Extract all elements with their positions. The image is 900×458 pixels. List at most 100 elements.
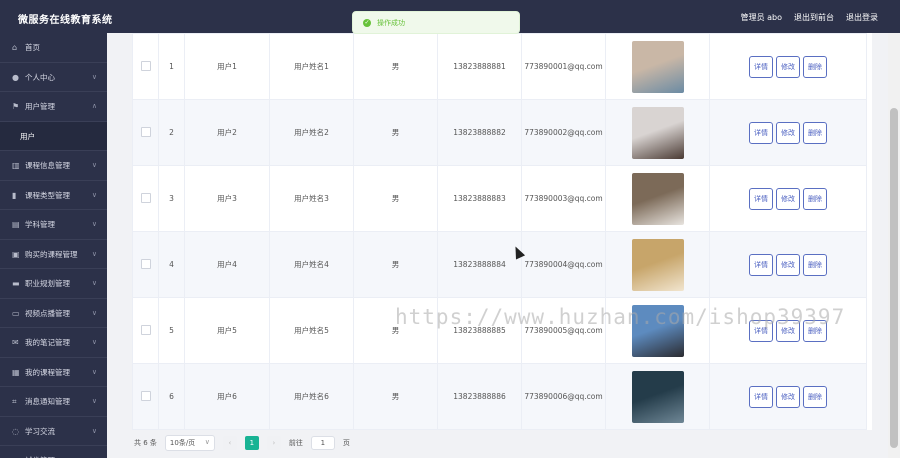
delete-button[interactable]: 删除 xyxy=(803,121,827,144)
sidebar-item-11[interactable]: ▦ 我的课程管理 ∨ xyxy=(0,358,107,387)
pagination: 共 6 条 10条/页 ∨ ‹ 1 › 前往 1 页 xyxy=(134,435,350,451)
page-size-select[interactable]: 10条/页 ∨ xyxy=(164,435,215,451)
sidebar-item-label: 课程信息管理 xyxy=(25,161,70,170)
sidebar-item-label: 视频点播管理 xyxy=(25,308,70,318)
scrollbar-thumb[interactable] xyxy=(890,108,898,448)
sidebar-item-1[interactable]: ● 个人中心 ∨ xyxy=(0,63,107,92)
name-cell: 用户姓名1 xyxy=(269,33,354,100)
avatar-photo xyxy=(631,238,684,291)
chevron-down-icon: ∨ xyxy=(91,161,97,169)
detail-button[interactable]: 详情 xyxy=(749,385,773,408)
delete-button[interactable]: 删除 xyxy=(803,187,827,210)
video-icon: ▭ xyxy=(12,308,20,318)
phone-cell: 13823888884 xyxy=(437,231,522,298)
detail-button[interactable]: 详情 xyxy=(749,187,773,210)
row-checkbox[interactable] xyxy=(140,324,151,335)
chevron-down-icon: ∨ xyxy=(91,249,97,258)
sidebar-item-13[interactable]: ◌ 学习交流 ∨ xyxy=(0,417,107,446)
sidebar-item-12[interactable]: ⌗ 消息通知管理 ∨ xyxy=(0,387,107,417)
name-cell: 用户姓名2 xyxy=(269,99,354,166)
row-checkbox[interactable] xyxy=(140,60,151,71)
detail-button[interactable]: 详情 xyxy=(749,55,773,78)
edit-button[interactable]: 修改 xyxy=(776,253,800,276)
logout-link[interactable]: 退出登录 xyxy=(846,12,878,23)
edit-button[interactable]: 修改 xyxy=(776,319,800,342)
sidebar-item-9[interactable]: ▭ 视频点播管理 ∨ xyxy=(0,299,107,328)
main-content: 1 用户1 用户姓名1 男 13823888881 773890001@qq.com 详情修… xyxy=(107,33,888,458)
table-row: 1 用户1 用户姓名1 男 13823888881 773890001@qq.com 详情修… xyxy=(132,33,867,100)
prev-page-button[interactable]: ‹ xyxy=(222,436,237,450)
sidebar-item-4[interactable]: ▥ 课程信息管理 ∨ xyxy=(0,151,107,181)
gender-cell: 男 xyxy=(353,297,438,364)
email-cell: 773890003@qq.com xyxy=(521,165,606,232)
row-checkbox[interactable] xyxy=(140,258,151,269)
gender-cell: 男 xyxy=(353,165,438,232)
sidebar-item-8[interactable]: ▬ 职业规划管理 ∨ xyxy=(0,269,107,299)
admin-label: 管理员 abo xyxy=(740,13,782,22)
chevron-down-icon: ∨ xyxy=(91,72,97,81)
bar-chart-icon: ▮ xyxy=(12,190,17,200)
goto-label: 前往 xyxy=(288,439,303,447)
user-icon: ● xyxy=(12,72,19,82)
sidebar-item-3[interactable]: 用户 xyxy=(0,121,107,151)
chevron-down-icon: ∨ xyxy=(91,279,97,287)
page-1-button[interactable]: 1 xyxy=(244,436,259,450)
sidebar-item-10[interactable]: ✉ 我的笔记管理 ∨ xyxy=(0,328,107,358)
row-number: 5 xyxy=(158,297,185,364)
sidebar-item-0[interactable]: ⌂ 首页 xyxy=(0,33,107,63)
row-checkbox[interactable] xyxy=(140,390,151,401)
sidebar-item-5[interactable]: ▮ 课程类型管理 ∨ xyxy=(0,181,107,210)
sidebar-item-2[interactable]: ⚑ 用户管理 ∧ xyxy=(0,92,107,122)
page-unit-label: 页 xyxy=(342,439,350,447)
email-cell: 773890005@qq.com xyxy=(521,297,606,364)
name-cell: 用户姓名5 xyxy=(269,297,354,364)
edit-button[interactable]: 修改 xyxy=(776,187,800,210)
chevron-down-icon: ∨ xyxy=(91,220,97,228)
row-number: 3 xyxy=(158,165,185,232)
delete-button[interactable]: 删除 xyxy=(803,55,827,78)
detail-button[interactable]: 详情 xyxy=(749,253,773,276)
sidebar-item-label: 我的课程管理 xyxy=(25,367,70,377)
table-row: 6 用户6 用户姓名6 男 13823888886 773890006@qq.com 详情修… xyxy=(132,363,867,430)
sidebar-item-14[interactable]: ▣试卷管理∨ xyxy=(0,446,107,458)
chevron-up-icon: ∧ xyxy=(91,102,97,110)
phone-cell: 13823888886 xyxy=(437,363,522,430)
edit-button[interactable]: 修改 xyxy=(776,55,800,78)
avatar-photo xyxy=(631,106,684,159)
phone-cell: 13823888882 xyxy=(437,99,522,166)
check-circle-icon: ✓ xyxy=(363,19,371,27)
delete-button[interactable]: 删除 xyxy=(803,253,827,276)
sidebar-item-6[interactable]: ▤ 学科管理 ∨ xyxy=(0,210,107,240)
total-count: 共 6 条 xyxy=(134,439,157,447)
delete-button[interactable]: 删除 xyxy=(803,385,827,408)
actions-cell: 详情 修改 删除 xyxy=(709,231,867,298)
sidebar-item-label: 用户管理 xyxy=(25,102,55,111)
delete-button[interactable]: 删除 xyxy=(803,319,827,342)
sidebar-item-label: 学习交流 xyxy=(25,426,55,436)
detail-button[interactable]: 详情 xyxy=(749,121,773,144)
sidebar-item-7[interactable]: ▣ 购买的课程管理 ∨ xyxy=(0,240,107,269)
email-cell: 773890001@qq.com xyxy=(521,33,606,100)
vertical-scrollbar[interactable] xyxy=(888,33,900,458)
row-number: 2 xyxy=(158,99,185,166)
avatar-photo xyxy=(631,40,684,93)
account-cell: 用户5 xyxy=(184,297,270,364)
edit-button[interactable]: 修改 xyxy=(776,121,800,144)
name-cell: 用户姓名3 xyxy=(269,165,354,232)
row-checkbox[interactable] xyxy=(140,192,151,203)
table-row: 5 用户5 用户姓名5 男 13823888885 773890005@qq.com 详情修… xyxy=(132,297,867,364)
sidebar-item-label: 用户 xyxy=(20,131,35,141)
goto-page-input[interactable]: 1 xyxy=(310,436,335,450)
phone-cell: 13823888885 xyxy=(437,297,522,364)
chevron-down-icon: ∨ xyxy=(92,446,97,458)
row-number: 4 xyxy=(158,231,185,298)
row-checkbox[interactable] xyxy=(140,126,151,137)
gender-cell: 男 xyxy=(353,363,438,430)
detail-button[interactable]: 详情 xyxy=(749,319,773,342)
exit-to-front-link[interactable]: 退出到前台 xyxy=(794,12,834,23)
next-page-button[interactable]: › xyxy=(266,436,281,450)
chevron-down-icon: ∨ xyxy=(204,438,210,446)
actions-cell: 详情 修改 删除 xyxy=(709,33,867,100)
edit-button[interactable]: 修改 xyxy=(776,385,800,408)
gender-cell: 男 xyxy=(353,33,438,100)
